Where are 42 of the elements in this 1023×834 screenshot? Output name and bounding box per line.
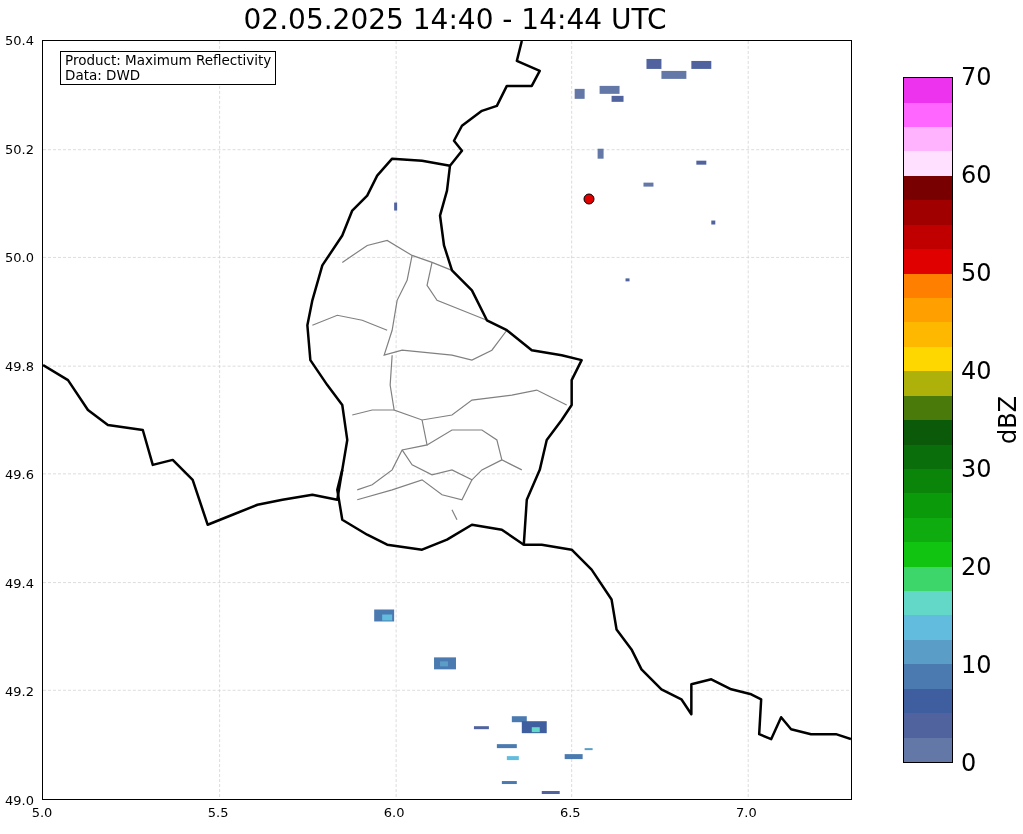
district-border-line [451,509,458,521]
y-tick-label: 49.4 [5,576,34,590]
y-tick-label: 50.0 [5,250,34,264]
location-marker-icon [583,193,595,205]
colorbar-tick-label: 0 [961,751,977,775]
radar-echo-patch [501,781,517,785]
y-tick-label: 49.0 [5,793,34,807]
colorbar-tick-label: 50 [961,261,992,285]
radar-echo-patch [574,88,585,99]
y-tick-label: 49.2 [5,684,34,698]
y-tick-label: 50.4 [5,33,34,47]
radar-echo-patch [394,202,398,211]
x-tick-label: 5.0 [31,806,53,819]
radar-echo-patch [691,60,712,69]
colorbar-tick-label: 30 [961,457,992,481]
chart-title: 02.05.2025 14:40 - 14:44 UTC [243,6,667,34]
radar-echo-patch [541,791,560,794]
colorbar-tick-label: 70 [961,65,992,89]
x-tick-label: 6.0 [383,806,405,819]
radar-echo-patch [643,182,654,187]
radar-echo-patch [696,160,707,165]
y-tick-label: 50.2 [5,142,34,156]
y-tick-label: 49.8 [5,359,34,373]
x-tick-label: 7.0 [736,806,757,819]
radar-echo-patch [506,756,519,761]
radar-echo-patch [625,278,630,282]
radar-echo-patch [473,726,489,730]
y-tick-label: 49.6 [5,467,34,481]
radar-echo-patch [597,148,604,159]
radar-echo-patch [496,744,517,749]
radar-echo-patch [584,748,593,751]
radar-echo-patch [711,220,716,225]
x-tick-label: 5.5 [207,806,229,819]
colorbar-tick-label: 40 [961,359,992,383]
colorbar-tick-label: 20 [961,555,992,579]
colorbar-label: dBZ [996,395,1020,445]
colorbar-tick-label: 10 [961,653,992,677]
info-text: Data: DWD [65,68,142,83]
colorbar-tick-label: 60 [961,163,992,187]
radar-echo-patch [564,754,583,760]
x-tick-label: 6.5 [559,806,581,819]
info-text: Product: Maximum Reflectivity [65,53,272,68]
